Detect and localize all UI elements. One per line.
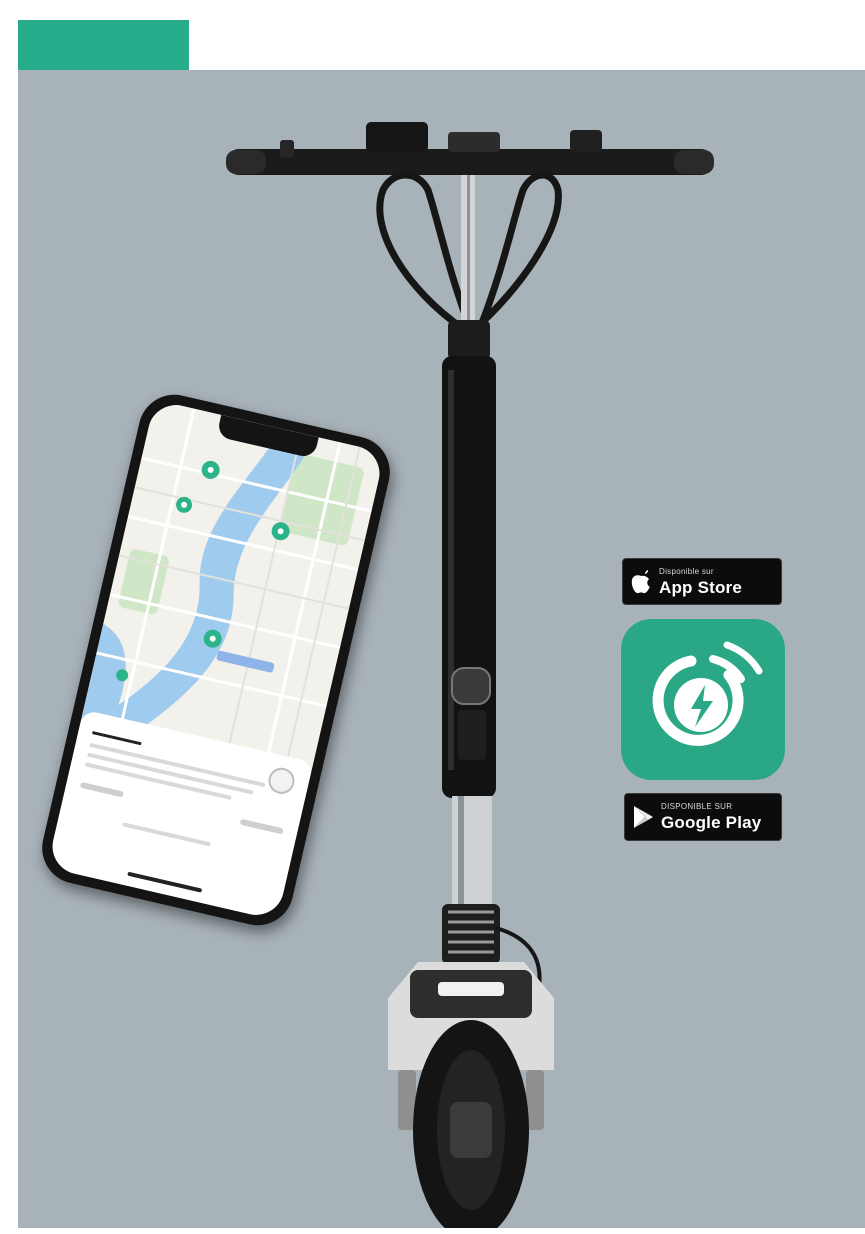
- sheet-line: [122, 822, 211, 847]
- brake-lever: [280, 140, 294, 158]
- disc-brake: [450, 1102, 492, 1158]
- google-play-icon: [625, 794, 661, 840]
- product-banner: ▬▬▬▬▬ Disponible sur App Store DISPONIBL…: [18, 70, 865, 1228]
- throttle: [570, 130, 602, 152]
- stem-shadow: [467, 175, 470, 335]
- headlight: [438, 982, 504, 996]
- app-icon[interactable]: [621, 619, 785, 780]
- display-unit: [366, 122, 428, 152]
- handlebar: [226, 149, 714, 175]
- lower-tube-shadow: [458, 796, 464, 908]
- sheet-chip: [79, 781, 125, 798]
- fold-clamp: [448, 320, 490, 360]
- sheet-chip: [239, 818, 284, 835]
- google-play-badge[interactable]: DISPONIBLE SUR Google Play: [624, 793, 782, 841]
- stem-logo: [451, 667, 491, 705]
- stem-highlight: [448, 370, 454, 770]
- app-store-badge[interactable]: Disponible sur App Store: [622, 558, 782, 605]
- app-store-small-label: Disponible sur: [659, 566, 714, 576]
- google-play-small-label: DISPONIBLE SUR: [661, 802, 733, 811]
- apple-icon: [623, 559, 659, 604]
- sheet-row: [79, 781, 284, 835]
- accent-bar: [18, 20, 189, 71]
- google-play-label: Google Play: [661, 813, 762, 832]
- bell-mount: [448, 132, 500, 152]
- left-grip: [226, 150, 266, 174]
- right-grip: [674, 150, 714, 174]
- stem-buckle: [458, 710, 486, 760]
- lightning-bolt-icon: [621, 619, 785, 780]
- app-store-label: App Store: [659, 577, 743, 597]
